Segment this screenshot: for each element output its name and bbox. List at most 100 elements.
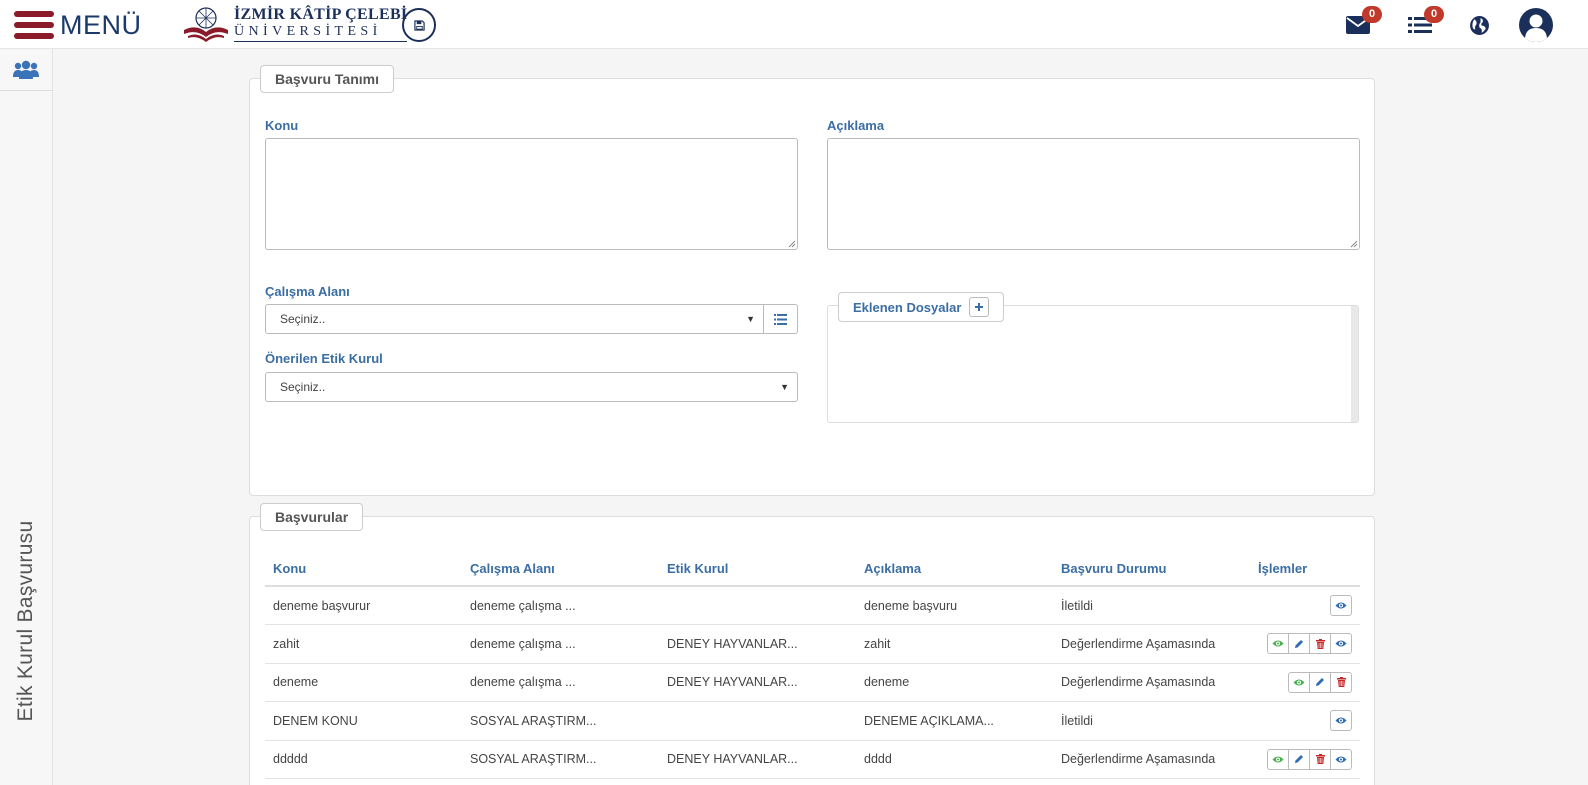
plus-icon bbox=[975, 303, 984, 311]
trash-icon bbox=[1315, 638, 1325, 649]
menu-button[interactable]: MENÜ bbox=[14, 10, 142, 40]
application-definition-panel: Başvuru Tanımı Konu Açıklama Çalışma Ala… bbox=[249, 65, 1375, 496]
table-row[interactable]: deneme başvurur deneme çalışma ... deneme … bbox=[265, 586, 1360, 625]
row-action-buttons bbox=[1330, 595, 1352, 616]
table-header-row: Konu Çalışma Alanı Etik Kurul Açıklama B… bbox=[265, 553, 1360, 587]
pencil-icon bbox=[1295, 639, 1303, 648]
onerilen-kurul-select[interactable]: Seçiniz.. ▼ bbox=[265, 372, 798, 402]
language-button[interactable] bbox=[1469, 10, 1490, 40]
logo-line-1: İZMİR KÂTİP ÇELEBİ bbox=[234, 6, 408, 23]
panel-legend-applications: Başvurular bbox=[260, 503, 364, 531]
edit-button[interactable] bbox=[1309, 671, 1331, 693]
preview-button[interactable] bbox=[1267, 748, 1289, 770]
column-header-aciklama[interactable]: Açıklama bbox=[856, 553, 1053, 587]
eye-icon bbox=[1272, 756, 1284, 763]
cell-basvuru-durumu: İletildi bbox=[1053, 701, 1250, 741]
calisma-alani-selected-value: Seçiniz.. bbox=[280, 312, 326, 326]
user-profile-button[interactable] bbox=[1518, 7, 1554, 43]
messages-button[interactable]: 0 bbox=[1346, 6, 1382, 40]
eye-icon bbox=[1335, 640, 1347, 647]
column-header-calisma-alani[interactable]: Çalışma Alanı bbox=[462, 553, 659, 587]
eye-icon bbox=[1335, 756, 1347, 763]
delete-button[interactable] bbox=[1309, 748, 1331, 770]
cell-basvuru-durumu: Değerlendirme Aşamasında bbox=[1053, 740, 1250, 779]
calisma-alani-list-button[interactable] bbox=[764, 304, 798, 334]
delete-button[interactable] bbox=[1309, 633, 1331, 655]
cell-islemler bbox=[1250, 586, 1360, 625]
university-logo[interactable]: İZMİR KÂTİP ÇELEBİ ÜNİVERSİTESİ bbox=[182, 4, 408, 44]
cell-etik-kurul: DENEY HAYVANLAR... bbox=[659, 663, 856, 702]
attached-files-box: Eklenen Dosyalar bbox=[827, 292, 1359, 423]
resize-grip-icon[interactable] bbox=[788, 240, 796, 248]
view-button[interactable] bbox=[1330, 710, 1352, 732]
column-header-etik-kurul[interactable]: Etik Kurul bbox=[659, 553, 856, 587]
files-legend-label: Eklenen Dosyalar bbox=[853, 299, 962, 315]
user-avatar-icon bbox=[1519, 8, 1553, 42]
eye-icon bbox=[1272, 640, 1284, 647]
cell-konu: DENEM KONU bbox=[265, 701, 462, 741]
trash-icon bbox=[1315, 754, 1325, 765]
users-icon bbox=[13, 60, 39, 79]
cell-calisma-alani: SOSYAL ARAŞTIRM... bbox=[462, 740, 659, 779]
cell-etik-kurul: DENEY HAYVANLAR... bbox=[659, 624, 856, 664]
resize-grip-icon[interactable] bbox=[1350, 240, 1358, 248]
cell-basvuru-durumu: Değerlendirme Aşamasında bbox=[1053, 624, 1250, 664]
left-sidebar: Etik Kurul Başvurusu bbox=[0, 49, 53, 785]
pencil-icon bbox=[1295, 755, 1303, 764]
cell-basvuru-durumu: Değerlendirme Aşamasında bbox=[1053, 663, 1250, 702]
save-button[interactable] bbox=[402, 8, 436, 42]
cell-etik-kurul bbox=[659, 701, 856, 741]
cell-konu: zahit bbox=[265, 624, 462, 664]
pencil-icon bbox=[1316, 678, 1324, 687]
cell-konu: ddddd bbox=[265, 740, 462, 779]
edit-button[interactable] bbox=[1288, 633, 1310, 655]
edit-button[interactable] bbox=[1288, 748, 1310, 770]
cell-calisma-alani: deneme çalışma ... bbox=[462, 624, 659, 664]
cell-islemler bbox=[1250, 663, 1360, 702]
row-action-buttons bbox=[1267, 748, 1352, 770]
column-header-basvuru-durumu[interactable]: Başvuru Durumu bbox=[1053, 553, 1250, 587]
logo-line-2: ÜNİVERSİTESİ bbox=[234, 24, 408, 42]
konu-textarea[interactable] bbox=[265, 138, 798, 250]
calisma-alani-select[interactable]: Seçiniz.. ▼ bbox=[265, 304, 764, 334]
column-header-konu[interactable]: Konu bbox=[265, 553, 462, 587]
tasks-button[interactable]: 0 bbox=[1408, 6, 1444, 40]
onerilen-kurul-label: Önerilen Etik Kurul bbox=[265, 351, 383, 366]
cell-konu: deneme başvurur bbox=[265, 586, 462, 625]
table-row[interactable]: deneme deneme çalışma ... DENEY HAYVANLAR.… bbox=[265, 663, 1360, 702]
add-file-button[interactable] bbox=[969, 297, 990, 317]
messages-count-badge: 0 bbox=[1362, 6, 1382, 23]
menu-label: MENÜ bbox=[60, 9, 142, 40]
applications-table: Konu Çalışma Alanı Etik Kurul Açıklama B… bbox=[265, 553, 1360, 779]
view-button[interactable] bbox=[1330, 748, 1352, 770]
cell-aciklama: DENEME AÇIKLAMA... bbox=[856, 701, 1053, 741]
view-button[interactable] bbox=[1330, 633, 1352, 655]
delete-button[interactable] bbox=[1330, 671, 1352, 693]
konu-label: Konu bbox=[265, 118, 299, 133]
view-button[interactable] bbox=[1330, 595, 1352, 616]
row-action-buttons bbox=[1330, 710, 1352, 732]
cell-calisma-alani: SOSYAL ARAŞTIRM... bbox=[462, 701, 659, 741]
tasks-count-badge: 0 bbox=[1424, 6, 1444, 23]
applications-panel: Başvurular Konu Çalışma Alanı Etik Kurul… bbox=[249, 503, 1375, 785]
sidebar-item-users[interactable] bbox=[0, 49, 52, 91]
page-vertical-title: Etik Kurul Başvurusu bbox=[14, 520, 37, 722]
top-bar: MENÜ İZMİR KÂTİP ÇELEBİ ÜNİVERSİTESİ 0 0 bbox=[0, 0, 1588, 49]
aciklama-label: Açıklama bbox=[827, 118, 885, 133]
eye-icon bbox=[1293, 679, 1305, 686]
cell-islemler bbox=[1250, 740, 1360, 779]
table-row[interactable]: DENEM KONU SOSYAL ARAŞTIRM... DENEME AÇIKL… bbox=[265, 701, 1360, 741]
table-row[interactable]: zahit deneme çalışma ... DENEY HAYVANLAR..… bbox=[265, 624, 1360, 664]
files-scrollbar[interactable] bbox=[1351, 306, 1358, 422]
cell-etik-kurul: DENEY HAYVANLAR... bbox=[659, 740, 856, 779]
column-header-islemler: İşlemler bbox=[1250, 553, 1360, 587]
cell-islemler bbox=[1250, 701, 1360, 741]
trash-icon bbox=[1336, 677, 1346, 688]
aciklama-textarea[interactable] bbox=[827, 138, 1360, 250]
preview-button[interactable] bbox=[1267, 633, 1289, 655]
cell-basvuru-durumu: İletildi bbox=[1053, 586, 1250, 625]
preview-button[interactable] bbox=[1288, 671, 1310, 693]
table-row[interactable]: ddddd SOSYAL ARAŞTIRM... DENEY HAYVANLAR..… bbox=[265, 740, 1360, 779]
caret-down-icon: ▼ bbox=[746, 314, 755, 324]
calisma-alani-label: Çalışma Alanı bbox=[265, 284, 350, 299]
